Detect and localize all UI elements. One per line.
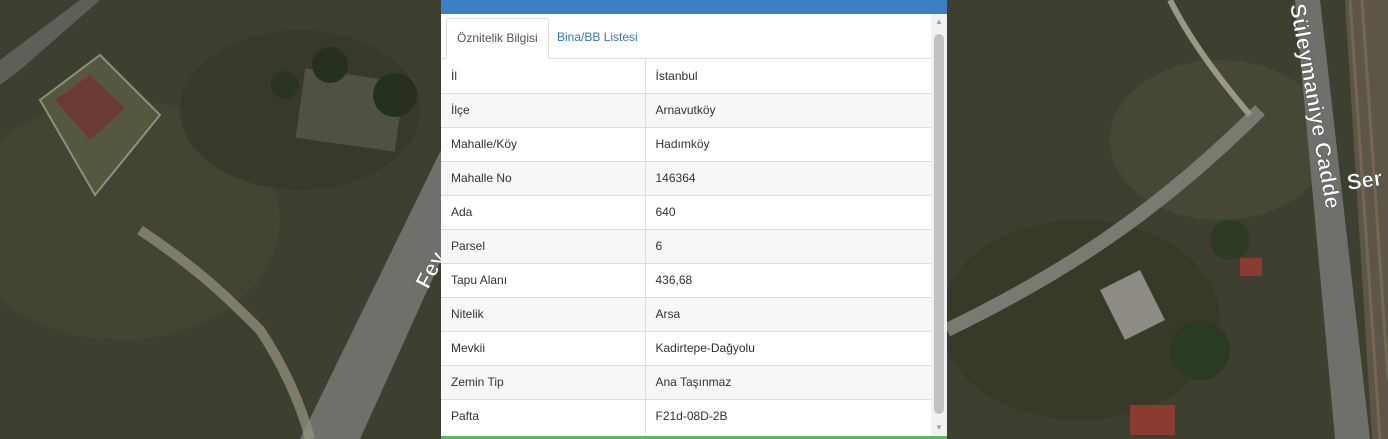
attribute-key: İlçe <box>441 92 646 127</box>
attribute-value: 640 <box>645 194 931 229</box>
parcel-info-panel: Öznitelik Bilgisi Bina/BB Listesi İl İst… <box>441 0 947 439</box>
scroll-thumb[interactable] <box>934 34 944 414</box>
tab-attributes[interactable]: Öznitelik Bilgisi <box>446 18 549 59</box>
table-row: İl İstanbul <box>441 59 931 93</box>
attribute-key: Parsel <box>441 228 646 263</box>
street-label-far-right: Ser <box>1345 165 1384 195</box>
attribute-key: Mahalle No <box>441 160 646 195</box>
attribute-value: F21d-08D-2B <box>645 398 931 433</box>
panel-header <box>441 0 947 14</box>
attribute-key: Zemin Tip <box>441 364 646 399</box>
attribute-key: Ada <box>441 194 646 229</box>
table-row: Tapu Alanı 436,68 <box>441 262 931 297</box>
attribute-value: Ana Taşınmaz <box>645 364 931 399</box>
attribute-value: 146364 <box>645 160 931 195</box>
tab-buildings[interactable]: Bina/BB Listesi <box>547 18 648 59</box>
scrollbar[interactable]: ▲ ▼ <box>931 14 947 436</box>
attribute-value: 6 <box>645 228 931 263</box>
attribute-key: Mahalle/Köy <box>441 126 646 161</box>
attribute-table: İl İstanbul İlçe Arnavutköy Mahalle/Köy … <box>441 59 931 433</box>
table-row: Nitelik Arsa <box>441 296 931 331</box>
panel-content: Öznitelik Bilgisi Bina/BB Listesi İl İst… <box>441 14 931 436</box>
tab-bar: Öznitelik Bilgisi Bina/BB Listesi <box>441 14 931 59</box>
table-row: Mahalle/Köy Hadımköy <box>441 126 931 161</box>
scroll-down-arrow-icon[interactable]: ▼ <box>931 420 947 436</box>
attribute-value: İstanbul <box>655 68 698 83</box>
attribute-value: Hadımköy <box>645 126 931 161</box>
attribute-key: Tapu Alanı <box>441 262 646 297</box>
table-row: Mahalle No 146364 <box>441 160 931 195</box>
attribute-key: İl <box>441 59 646 93</box>
attribute-key: Pafta <box>441 398 646 433</box>
table-row: Pafta F21d-08D-2B <box>441 398 931 433</box>
attribute-value: Arnavutköy <box>645 92 931 127</box>
table-row: Parsel 6 <box>441 228 931 263</box>
table-row: İlçe Arnavutköy <box>441 92 931 127</box>
scroll-up-arrow-icon[interactable]: ▲ <box>931 14 947 30</box>
table-row: Mevkii Kadirtepe-Dağyolu <box>441 330 931 365</box>
attribute-key: Mevkii <box>441 330 646 365</box>
table-row: Ada 640 <box>441 194 931 229</box>
table-row: Zemin Tip Ana Taşınmaz <box>441 364 931 399</box>
attribute-value: Arsa <box>645 296 931 331</box>
attribute-key: Nitelik <box>441 296 646 331</box>
attribute-value: Kadirtepe-Dağyolu <box>645 330 931 365</box>
attribute-value: 436,68 <box>645 262 931 297</box>
